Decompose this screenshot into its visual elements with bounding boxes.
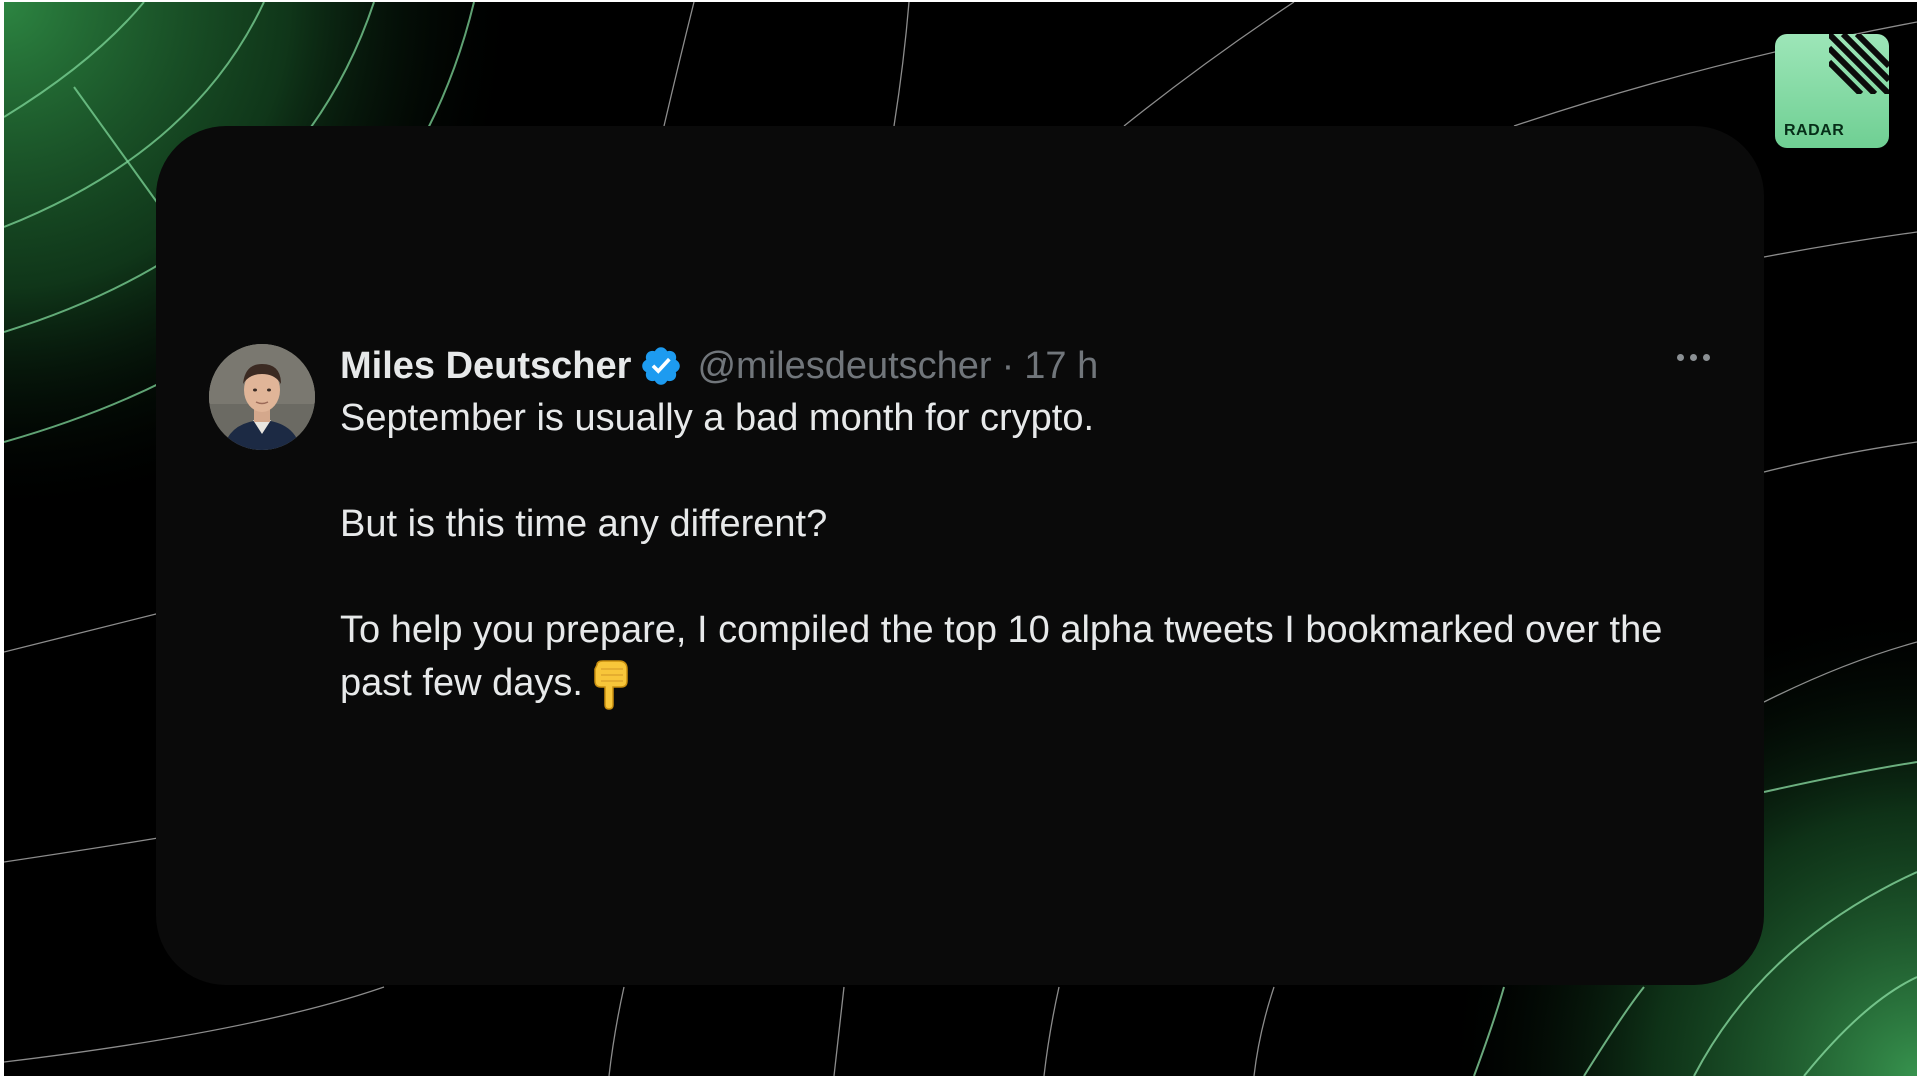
author-name[interactable]: Miles Deutscher bbox=[340, 345, 631, 388]
author-portrait bbox=[209, 344, 315, 450]
tweet-paragraph: To help you prepare, I compiled the top … bbox=[340, 604, 1710, 711]
tweet-body: September is usually a bad month for cry… bbox=[340, 392, 1710, 711]
backhand-index-pointing-down-icon bbox=[594, 660, 628, 710]
tweet-paragraph: September is usually a bad month for cry… bbox=[340, 397, 1095, 439]
slide-frame: RADAR Miles Deutscher @milesdeutscher · … bbox=[4, 2, 1917, 1076]
logo-stripes-icon bbox=[1829, 34, 1889, 94]
header-separator: · bbox=[1001, 344, 1015, 387]
avatar[interactable] bbox=[209, 344, 315, 450]
radar-logo: RADAR bbox=[1775, 34, 1889, 148]
tweet: Miles Deutscher @milesdeutscher · 17 h S… bbox=[340, 340, 1710, 711]
author-handle[interactable]: @milesdeutscher bbox=[697, 345, 991, 388]
logo-text: RADAR bbox=[1784, 122, 1845, 139]
tweet-card: Miles Deutscher @milesdeutscher · 17 h S… bbox=[156, 126, 1764, 985]
tweet-header: Miles Deutscher @milesdeutscher · 17 h bbox=[340, 340, 1710, 392]
more-options-icon[interactable] bbox=[1677, 354, 1710, 361]
verified-badge-icon bbox=[642, 347, 681, 385]
tweet-paragraph-text: To help you prepare, I compiled the top … bbox=[340, 609, 1663, 704]
tweet-timestamp[interactable]: 17 h bbox=[1024, 345, 1098, 388]
tweet-paragraph: But is this time any different? bbox=[340, 503, 828, 545]
